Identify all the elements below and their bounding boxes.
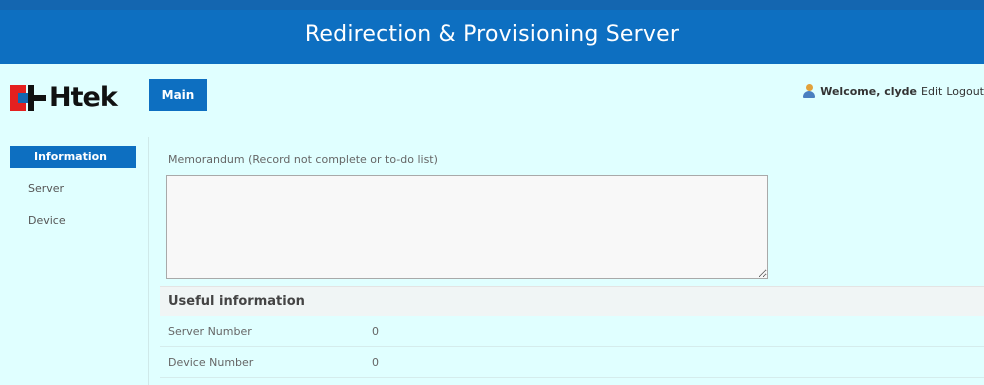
info-row-server-number: Server Number 0 [160, 317, 984, 347]
htek-logo: Htek [10, 82, 118, 113]
info-key: Server Number [168, 325, 252, 338]
info-row-device-number: Device Number 0 [160, 348, 984, 378]
user-bar: Welcome, clyde Edit Logout [802, 83, 984, 99]
info-value: 0 [372, 356, 379, 369]
sidebar-item-server[interactable]: Server [10, 178, 136, 200]
info-key: Device Number [168, 356, 254, 369]
top-banner: Redirection & Provisioning Server [0, 0, 984, 64]
logo-text: Htek [49, 82, 118, 113]
sidebar-item-device[interactable]: Device [10, 210, 136, 232]
useful-information-header: Useful information [160, 286, 984, 316]
htek-logo-mark-icon [10, 85, 46, 111]
memorandum-label: Memorandum (Record not complete or to-do… [168, 153, 438, 166]
welcome-text: Welcome, clyde [820, 84, 918, 98]
user-icon [802, 84, 816, 98]
memorandum-textarea[interactable] [166, 175, 768, 279]
tab-main[interactable]: Main [149, 79, 207, 111]
info-value: 0 [372, 325, 379, 338]
sidebar: Information Server Device [10, 146, 136, 242]
sidebar-item-information[interactable]: Information [10, 146, 136, 168]
logout-link[interactable]: Logout [946, 85, 984, 98]
edit-link[interactable]: Edit [921, 85, 942, 98]
banner-title: Redirection & Provisioning Server [304, 21, 680, 47]
sidebar-divider [148, 137, 149, 385]
